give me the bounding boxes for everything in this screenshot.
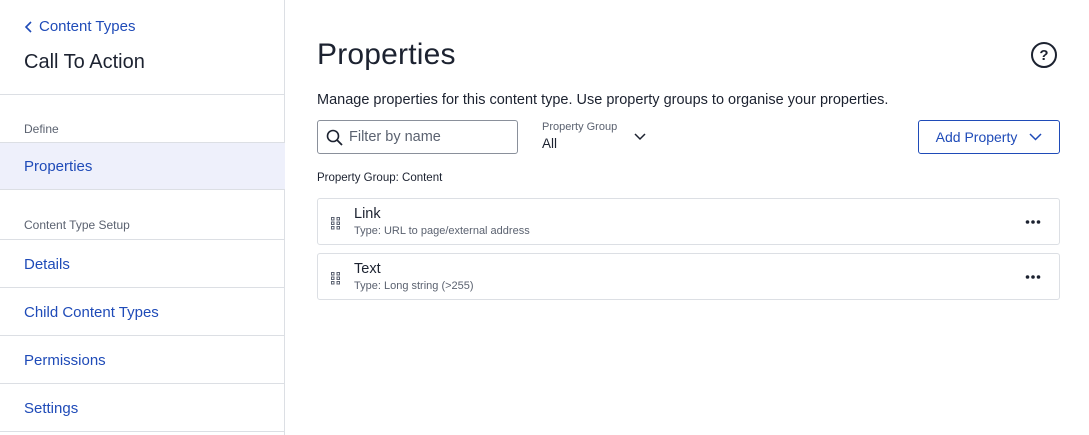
sidebar-item-label: Settings [24,399,79,417]
sidebar-item-child-content-types[interactable]: Child Content Types [0,288,285,336]
property-row-text[interactable]: Text Type: Long string (>255) [317,253,1060,300]
chevron-down-icon [634,133,646,141]
search-icon [326,129,343,146]
sidebar-divider [0,94,285,95]
filter-search-box [317,120,518,154]
section-label-define: Define [24,122,59,136]
sidebar-item-label: Properties [24,157,93,175]
property-name: Text [354,261,381,277]
chevron-down-icon [1029,133,1042,141]
property-type: Type: Long string (>255) [354,280,474,292]
drag-handle-icon[interactable] [330,216,342,230]
main-content: Properties ? Manage properties for this … [286,0,1089,435]
more-horizontal-icon[interactable] [1025,270,1041,284]
add-property-button[interactable]: Add Property [918,120,1060,154]
drag-handle-icon[interactable] [330,271,342,285]
sidebar-item-permissions[interactable]: Permissions [0,336,285,384]
section-label-content-type-setup: Content Type Setup [24,218,130,232]
property-group-dropdown[interactable]: Property Group All [542,121,646,151]
property-row-link[interactable]: Link Type: URL to page/external address [317,198,1060,245]
property-group-label: Property Group [542,121,618,133]
back-to-content-types-link[interactable]: Content Types [24,18,135,35]
property-type: Type: URL to page/external address [354,225,530,237]
content-type-title: Call To Action [24,51,145,73]
sidebar-divider [0,431,285,432]
sidebar-item-label: Child Content Types [24,303,159,321]
sidebar-item-details[interactable]: Details [0,240,285,288]
property-name: Link [354,206,381,222]
sidebar-item-properties[interactable]: Properties [0,142,285,190]
chevron-left-icon [24,20,32,33]
add-property-label: Add Property [935,129,1018,145]
page-description: Manage properties for this content type.… [317,92,889,108]
property-group-heading: Property Group: Content [317,172,443,184]
help-icon[interactable]: ? [1031,42,1057,68]
back-link-label: Content Types [39,18,136,35]
property-group-value: All [542,136,558,151]
sidebar-item-label: Permissions [24,351,106,369]
page-title: Properties [317,38,456,71]
sidebar: Content Types Call To Action Define Prop… [0,0,285,435]
more-horizontal-icon[interactable] [1025,215,1041,229]
sidebar-item-settings[interactable]: Settings [0,384,285,432]
filter-by-name-input[interactable] [349,129,509,145]
sidebar-item-label: Details [24,255,70,273]
